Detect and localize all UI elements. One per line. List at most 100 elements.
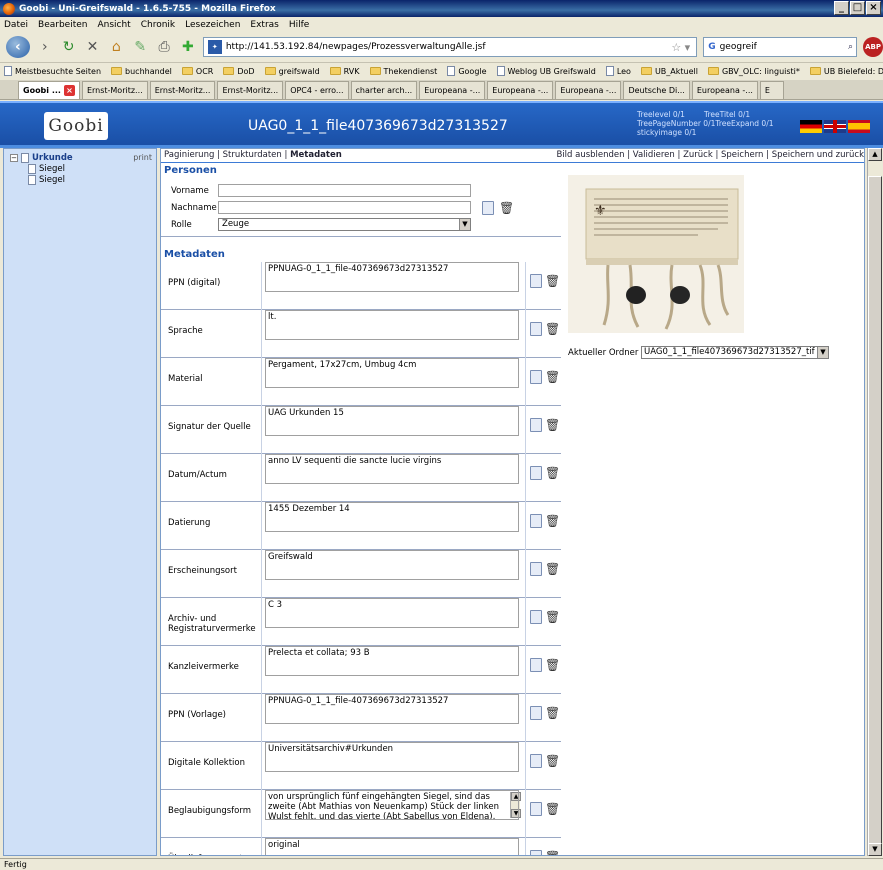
metadata-value-field[interactable]: anno LV sequenti die sancte lucie virgin…: [265, 454, 519, 484]
bookmark-star-icon[interactable]: ☆ ▾: [671, 41, 696, 54]
metadata-value-field[interactable]: PPNUAG-0_1_1_file-407369673d27313527: [265, 262, 519, 292]
tab[interactable]: OPC4 - erro...: [285, 81, 349, 99]
delete-metadata-icon[interactable]: 🗑: [545, 850, 560, 855]
dropdown-arrow-icon[interactable]: ▼: [817, 347, 828, 358]
tab[interactable]: Ernst-Moritz...: [149, 81, 216, 99]
metadata-value-field[interactable]: Greifswald: [265, 550, 519, 580]
search-box[interactable]: G geogreif ⌕: [703, 37, 858, 57]
bookmark-item[interactable]: UB Bielefeld: Digitale ...: [809, 67, 883, 76]
delete-metadata-icon[interactable]: 🗑: [545, 658, 560, 672]
menu-hilfe[interactable]: Hilfe: [289, 20, 309, 30]
tab[interactable]: Deutsche Di...: [623, 81, 690, 99]
tab[interactable]: Europeana -...: [419, 81, 486, 99]
metadata-value-field[interactable]: PPNUAG-0_1_1_file-407369673d27313527: [265, 694, 519, 724]
bookmark-item[interactable]: DoD: [223, 67, 255, 76]
tree-item-label[interactable]: Siegel: [39, 164, 65, 174]
metadata-value-field[interactable]: original: [265, 838, 519, 855]
tab[interactable]: Europeana -...: [487, 81, 554, 99]
reload-icon[interactable]: ↻: [60, 38, 78, 56]
adblock-icon[interactable]: ABP: [863, 37, 883, 57]
scroll-thumb[interactable]: [868, 176, 882, 856]
copy-metadata-icon[interactable]: [530, 466, 542, 480]
forward-icon[interactable]: ›: [36, 38, 54, 56]
metadata-link[interactable]: Metadaten: [290, 150, 342, 160]
copy-metadata-icon[interactable]: [530, 562, 542, 576]
scroll-up-icon[interactable]: ▲: [868, 148, 882, 161]
role-select[interactable]: Zeuge ▼: [218, 218, 471, 231]
copy-metadata-icon[interactable]: [530, 706, 542, 720]
menu-chronik[interactable]: Chronik: [141, 20, 175, 30]
print-link[interactable]: print: [133, 153, 152, 162]
bookmark-item[interactable]: OCR: [181, 67, 213, 76]
delete-metadata-icon[interactable]: 🗑: [545, 802, 560, 816]
menu-extras[interactable]: Extras: [250, 20, 278, 30]
delete-metadata-icon[interactable]: 🗑: [545, 370, 560, 384]
copy-metadata-icon[interactable]: [530, 514, 542, 528]
copy-metadata-icon[interactable]: [530, 850, 542, 855]
metadata-value-field[interactable]: von ursprünglich fünf eingehängten Siege…: [265, 790, 519, 820]
delete-metadata-icon[interactable]: 🗑: [545, 418, 560, 432]
bookmark-item[interactable]: Leo: [605, 66, 631, 76]
tab[interactable]: Europeana -...: [555, 81, 622, 99]
spanish-flag-icon[interactable]: [848, 120, 870, 133]
metadata-value-field[interactable]: UAG Urkunden 15: [265, 406, 519, 436]
home-icon[interactable]: ⌂: [107, 38, 125, 56]
copy-metadata-icon[interactable]: [530, 418, 542, 432]
metadata-value-field[interactable]: lt.: [265, 310, 519, 340]
page-scrollbar[interactable]: ▲ ▼: [867, 148, 882, 856]
collapse-icon[interactable]: −: [10, 154, 18, 162]
bookmark-item[interactable]: GBV_OLC: linguisti*: [707, 67, 800, 76]
goobi-logo[interactable]: Goobi: [44, 112, 108, 140]
metadata-value-field[interactable]: Universitätsarchiv#Urkunden: [265, 742, 519, 772]
delete-metadata-icon[interactable]: 🗑: [545, 562, 560, 576]
menu-lesezeichen[interactable]: Lesezeichen: [185, 20, 240, 30]
bookmark-item[interactable]: greifswald: [264, 67, 320, 76]
firstname-input[interactable]: [218, 184, 471, 197]
bookmark-item[interactable]: Google: [447, 66, 487, 76]
bookmark-item[interactable]: Weblog UB Greifswald: [496, 66, 596, 76]
tab[interactable]: Ernst-Moritz...: [81, 81, 148, 99]
tree-item[interactable]: Siegel: [28, 164, 65, 174]
tree-root[interactable]: − Urkunde: [10, 153, 73, 163]
delete-metadata-icon[interactable]: 🗑: [545, 706, 560, 720]
scroll-down-icon[interactable]: ▼: [868, 843, 882, 856]
copy-metadata-icon[interactable]: [530, 658, 542, 672]
german-flag-icon[interactable]: [800, 120, 822, 133]
bookmark-item[interactable]: Thekendienst: [369, 67, 437, 76]
tab[interactable]: E: [759, 81, 784, 99]
address-bar[interactable]: ✦ http://141.53.192.84/newpages/Prozessv…: [202, 37, 698, 57]
metadata-value-field[interactable]: Pergament, 17x27cm, Umbug 4cm: [265, 358, 519, 388]
copy-metadata-icon[interactable]: [530, 754, 542, 768]
metadata-value-field[interactable]: C 3: [265, 598, 519, 628]
tree-item[interactable]: Siegel: [28, 175, 65, 185]
tab[interactable]: Europeana -...: [691, 81, 758, 99]
copy-metadata-icon[interactable]: [530, 610, 542, 624]
close-button[interactable]: ×: [866, 1, 881, 15]
copy-metadata-icon[interactable]: [530, 802, 542, 816]
copy-metadata-icon[interactable]: [530, 322, 542, 336]
stop-icon[interactable]: ✕: [84, 38, 102, 56]
menu-ansicht[interactable]: Ansicht: [97, 20, 130, 30]
bookmark-item[interactable]: UB_Aktuell: [640, 67, 698, 76]
tree-item-label[interactable]: Siegel: [39, 175, 65, 185]
search-icon[interactable]: ⌕: [848, 42, 856, 52]
back-button[interactable]: ‹: [6, 36, 30, 58]
delete-metadata-icon[interactable]: 🗑: [545, 274, 560, 288]
pen-icon[interactable]: ✎: [131, 38, 149, 56]
copy-metadata-icon[interactable]: [530, 370, 542, 384]
person-delete-icon[interactable]: 🗑: [499, 201, 514, 215]
metadata-value-field[interactable]: 1455 Dezember 14: [265, 502, 519, 532]
copy-metadata-icon[interactable]: [530, 274, 542, 288]
tab[interactable]: Ernst-Moritz...: [217, 81, 284, 99]
pagination-link[interactable]: Paginierung: [164, 150, 214, 160]
folder-select[interactable]: UAG0_1_1_file407369673d27313527_tif ▼: [641, 346, 829, 359]
addon-icon[interactable]: ✚: [179, 38, 197, 56]
delete-metadata-icon[interactable]: 🗑: [545, 514, 560, 528]
tab-goobi[interactable]: Goobi ... ×: [18, 81, 80, 99]
editor-actions[interactable]: Bild ausblenden | Validieren | Zurück | …: [556, 149, 864, 162]
minimize-button[interactable]: _: [834, 1, 849, 15]
tab[interactable]: charter arch...: [350, 81, 418, 99]
maximize-button[interactable]: □: [850, 1, 865, 15]
delete-metadata-icon[interactable]: 🗑: [545, 754, 560, 768]
menu-datei[interactable]: Datei: [4, 20, 28, 30]
